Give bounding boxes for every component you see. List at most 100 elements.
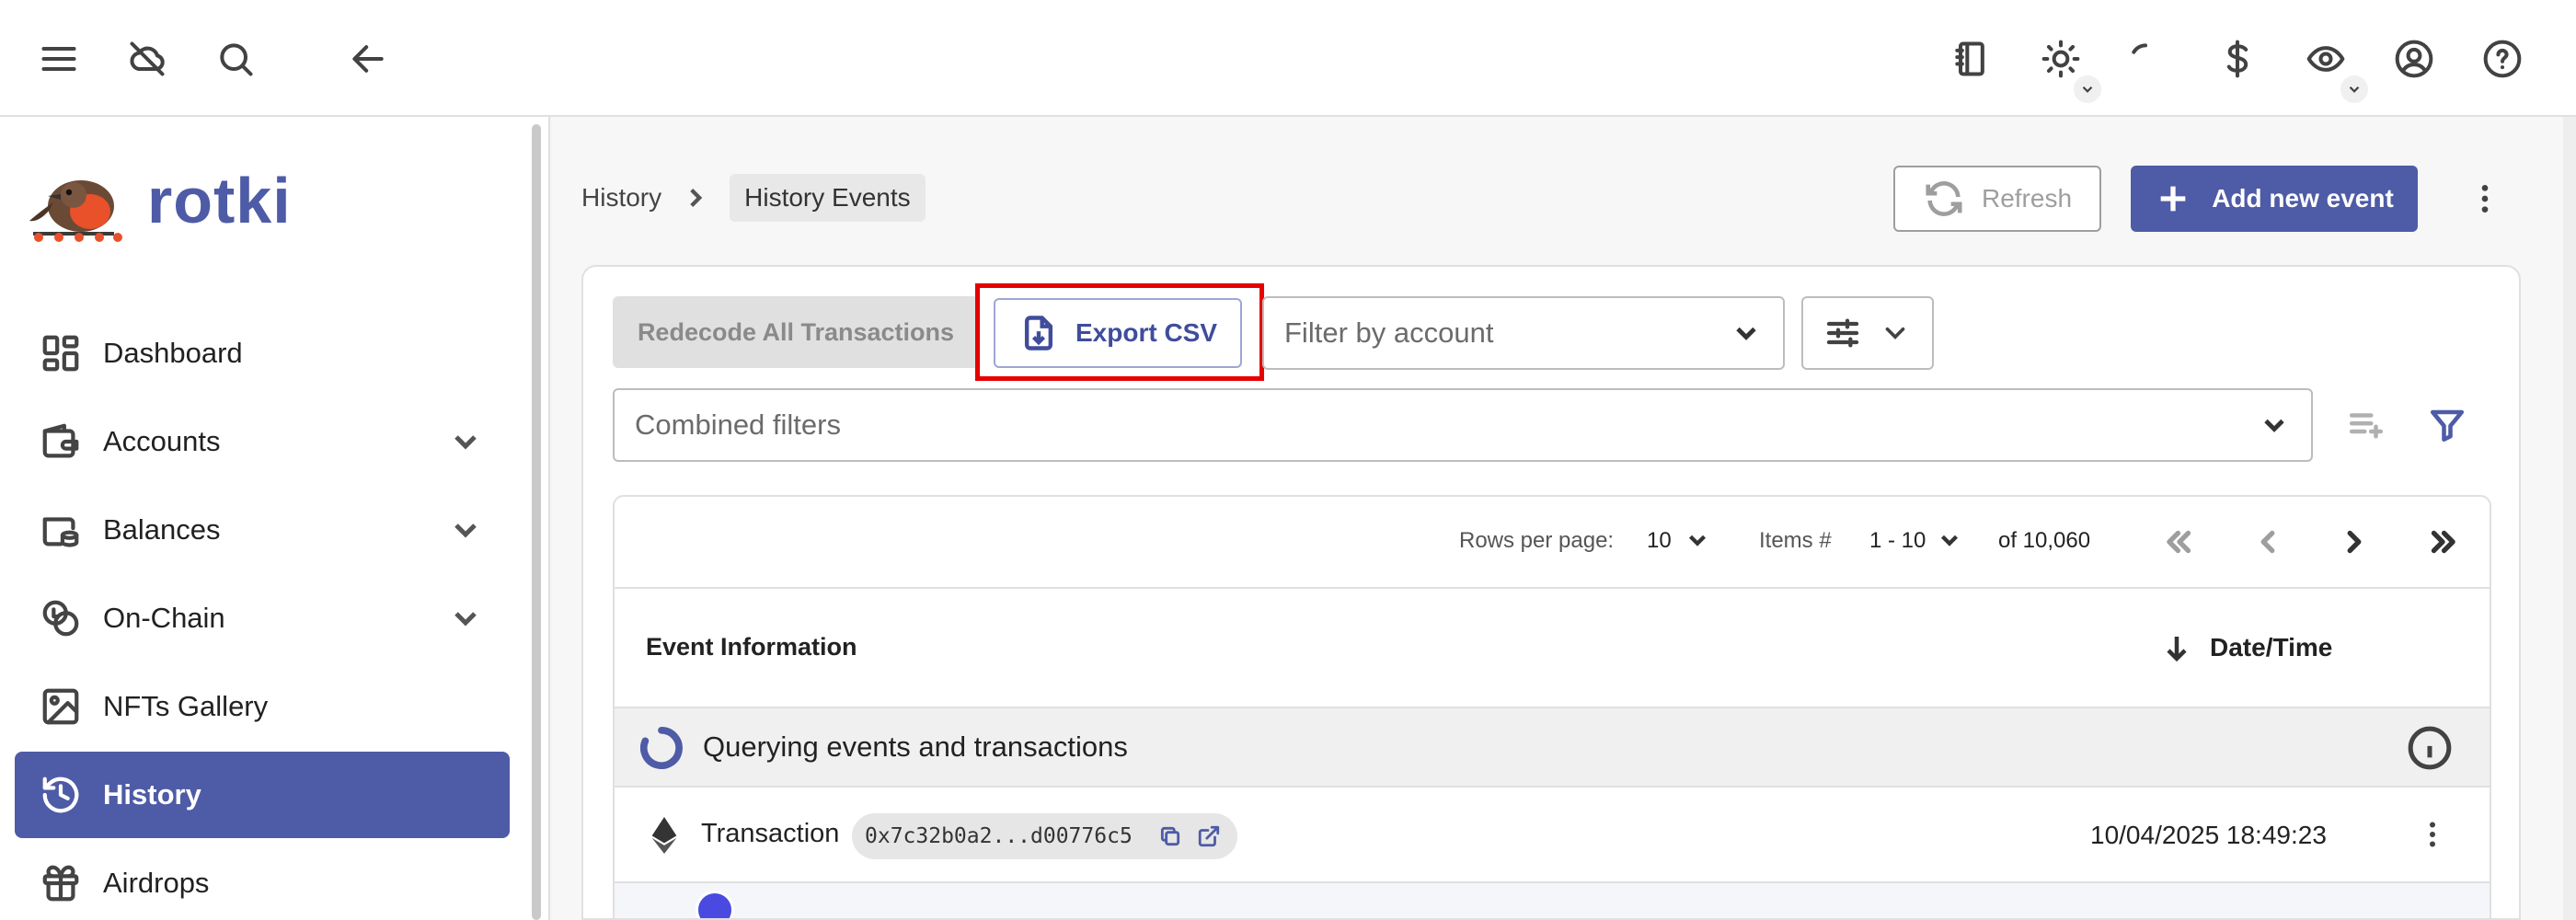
rows-per-page-label: Rows per page: (1459, 528, 1615, 553)
filter-button[interactable] (2420, 397, 2475, 453)
row-more-button[interactable] (2414, 811, 2451, 857)
spinner-icon (640, 727, 683, 769)
cloud-off-icon[interactable] (120, 31, 175, 86)
coins-icon (33, 591, 88, 646)
sidebar-item-label: Airdrops (103, 867, 210, 899)
protocol-avatar-icon (696, 891, 734, 918)
add-to-list-button[interactable] (2339, 397, 2394, 453)
sidebar-item-history[interactable]: History (15, 752, 510, 838)
rotki-bird-logo-icon (29, 180, 122, 242)
sidebar-item-label: On-Chain (103, 602, 225, 634)
sidebar-item-airdrops[interactable]: Airdrops (15, 840, 510, 920)
next-page-button[interactable] (2331, 519, 2377, 565)
account-filter-select[interactable]: Filter by account (1262, 296, 1785, 370)
arrow-down-icon (2167, 637, 2187, 662)
refresh-button[interactable]: Refresh (1893, 166, 2101, 232)
help-icon[interactable] (2475, 31, 2530, 86)
dashboard-icon (33, 326, 88, 381)
filter-funnel-icon (2430, 409, 2465, 443)
account-circle-icon[interactable] (2386, 31, 2442, 86)
add-new-event-button[interactable]: Add new event (2131, 166, 2418, 232)
sidebar-item-label: Dashboard (103, 337, 243, 369)
tx-hash-chip: 0x7c32b0a2...d00776c5 (852, 813, 1237, 859)
notes-icon[interactable] (1943, 31, 1998, 86)
previous-page-button[interactable] (2245, 519, 2291, 565)
sidebar-item-label: Accounts (103, 425, 221, 457)
table-row[interactable]: Transaction 0x7c32b0a2...d00776c5 10/04/… (615, 788, 2490, 883)
sidebar-item-label: History (103, 778, 201, 811)
ethereum-icon (651, 817, 677, 854)
pagination-bar: Rows per page: 10 Items # 1 - 10 of 10,0… (615, 497, 2490, 589)
date-time-label: Date/Time (2210, 633, 2333, 661)
redecode-all-transactions-button[interactable]: Redecode All Transactions (613, 296, 979, 368)
balances-icon (33, 502, 88, 558)
loading-status-row: Querying events and transactions (615, 708, 2490, 788)
loading-status-text: Querying events and transactions (703, 730, 1128, 763)
items-range[interactable]: 1 - 10 (1869, 528, 1926, 554)
event-datetime: 10/04/2025 18:49:23 (2090, 821, 2327, 849)
redecode-label: Redecode All Transactions (637, 317, 955, 346)
loading-icon (2118, 31, 2173, 86)
chevron-down-icon (2258, 408, 2291, 442)
info-icon[interactable] (2407, 725, 2453, 771)
add-new-event-label: Add new event (2212, 184, 2394, 213)
external-link-icon[interactable] (1193, 821, 1225, 852)
chevron-down-icon[interactable] (447, 423, 484, 460)
arrow-back-icon[interactable] (340, 31, 396, 86)
filter-settings-button[interactable] (1801, 296, 1934, 370)
sidebar-item-nfts-gallery[interactable]: NFTs Gallery (15, 663, 510, 750)
chevron-down-icon (1885, 327, 1905, 339)
copy-icon[interactable] (1155, 821, 1186, 852)
breadcrumb-current: History Events (730, 174, 926, 222)
total-count: of 10,060 (1998, 528, 2091, 553)
chevron-left-icon (2260, 530, 2275, 554)
rows-per-page-value[interactable]: 10 (1647, 528, 1672, 554)
account-filter-placeholder: Filter by account (1284, 316, 1494, 349)
chevron-down-icon (1730, 316, 1763, 350)
chevrons-left-icon (2167, 530, 2191, 554)
chevron-right-icon (2347, 530, 2362, 554)
more-options-button[interactable] (2462, 171, 2508, 226)
first-page-button[interactable] (2156, 519, 2202, 565)
menu-icon[interactable] (31, 31, 86, 86)
sidebar-item-label: NFTs Gallery (103, 690, 269, 722)
column-header-date-time[interactable]: Date/Time (2160, 631, 2332, 664)
chevron-down-icon[interactable] (1936, 526, 1963, 554)
history-events-table: Rows per page: 10 Items # 1 - 10 of 10,0… (613, 495, 2491, 920)
event-type-label: Transaction (701, 819, 840, 848)
top-app-bar (0, 0, 2576, 117)
privacy-menu-chevron-icon[interactable] (2340, 75, 2368, 103)
more-vertical-icon (2430, 822, 2435, 847)
chevron-down-icon[interactable] (447, 600, 484, 637)
combined-filters-placeholder: Combined filters (635, 408, 841, 441)
search-icon[interactable] (208, 31, 263, 86)
playlist-add-icon (2349, 413, 2384, 439)
sidebar-item-on-chain[interactable]: On-Chain (15, 575, 510, 661)
breadcrumb-parent[interactable]: History (581, 183, 661, 213)
chevron-down-icon[interactable] (447, 512, 484, 548)
tx-hash: 0x7c32b0a2...d00776c5 (865, 824, 1133, 848)
theme-menu-chevron-icon[interactable] (2074, 75, 2101, 103)
chevron-right-icon (680, 182, 711, 213)
sidebar-scrollbar[interactable] (532, 124, 541, 920)
chevron-down-icon[interactable] (1684, 526, 1711, 554)
main-scrollbar[interactable] (2563, 117, 2576, 920)
sidebar-item-accounts[interactable]: Accounts (15, 398, 510, 485)
currency-dollar-icon[interactable] (2210, 31, 2265, 86)
table-header: Event Information Date/Time (615, 589, 2490, 708)
history-icon (33, 767, 88, 822)
image-icon (33, 679, 88, 734)
column-header-event-information: Event Information (646, 633, 857, 661)
refresh-icon (1926, 181, 1962, 216)
sidebar-item-balances[interactable]: Balances (15, 487, 510, 573)
last-page-button[interactable] (2420, 519, 2466, 565)
table-row[interactable] (615, 883, 2490, 918)
sidebar-item-dashboard[interactable]: Dashboard (15, 310, 510, 397)
chevrons-right-icon (2431, 530, 2455, 554)
items-label: Items # (1759, 528, 1832, 553)
wallet-icon (33, 414, 88, 469)
refresh-label: Refresh (1981, 184, 2073, 213)
combined-filters-input[interactable]: Combined filters (613, 388, 2313, 462)
app-logo (26, 155, 127, 256)
highlight-box (975, 283, 1264, 381)
